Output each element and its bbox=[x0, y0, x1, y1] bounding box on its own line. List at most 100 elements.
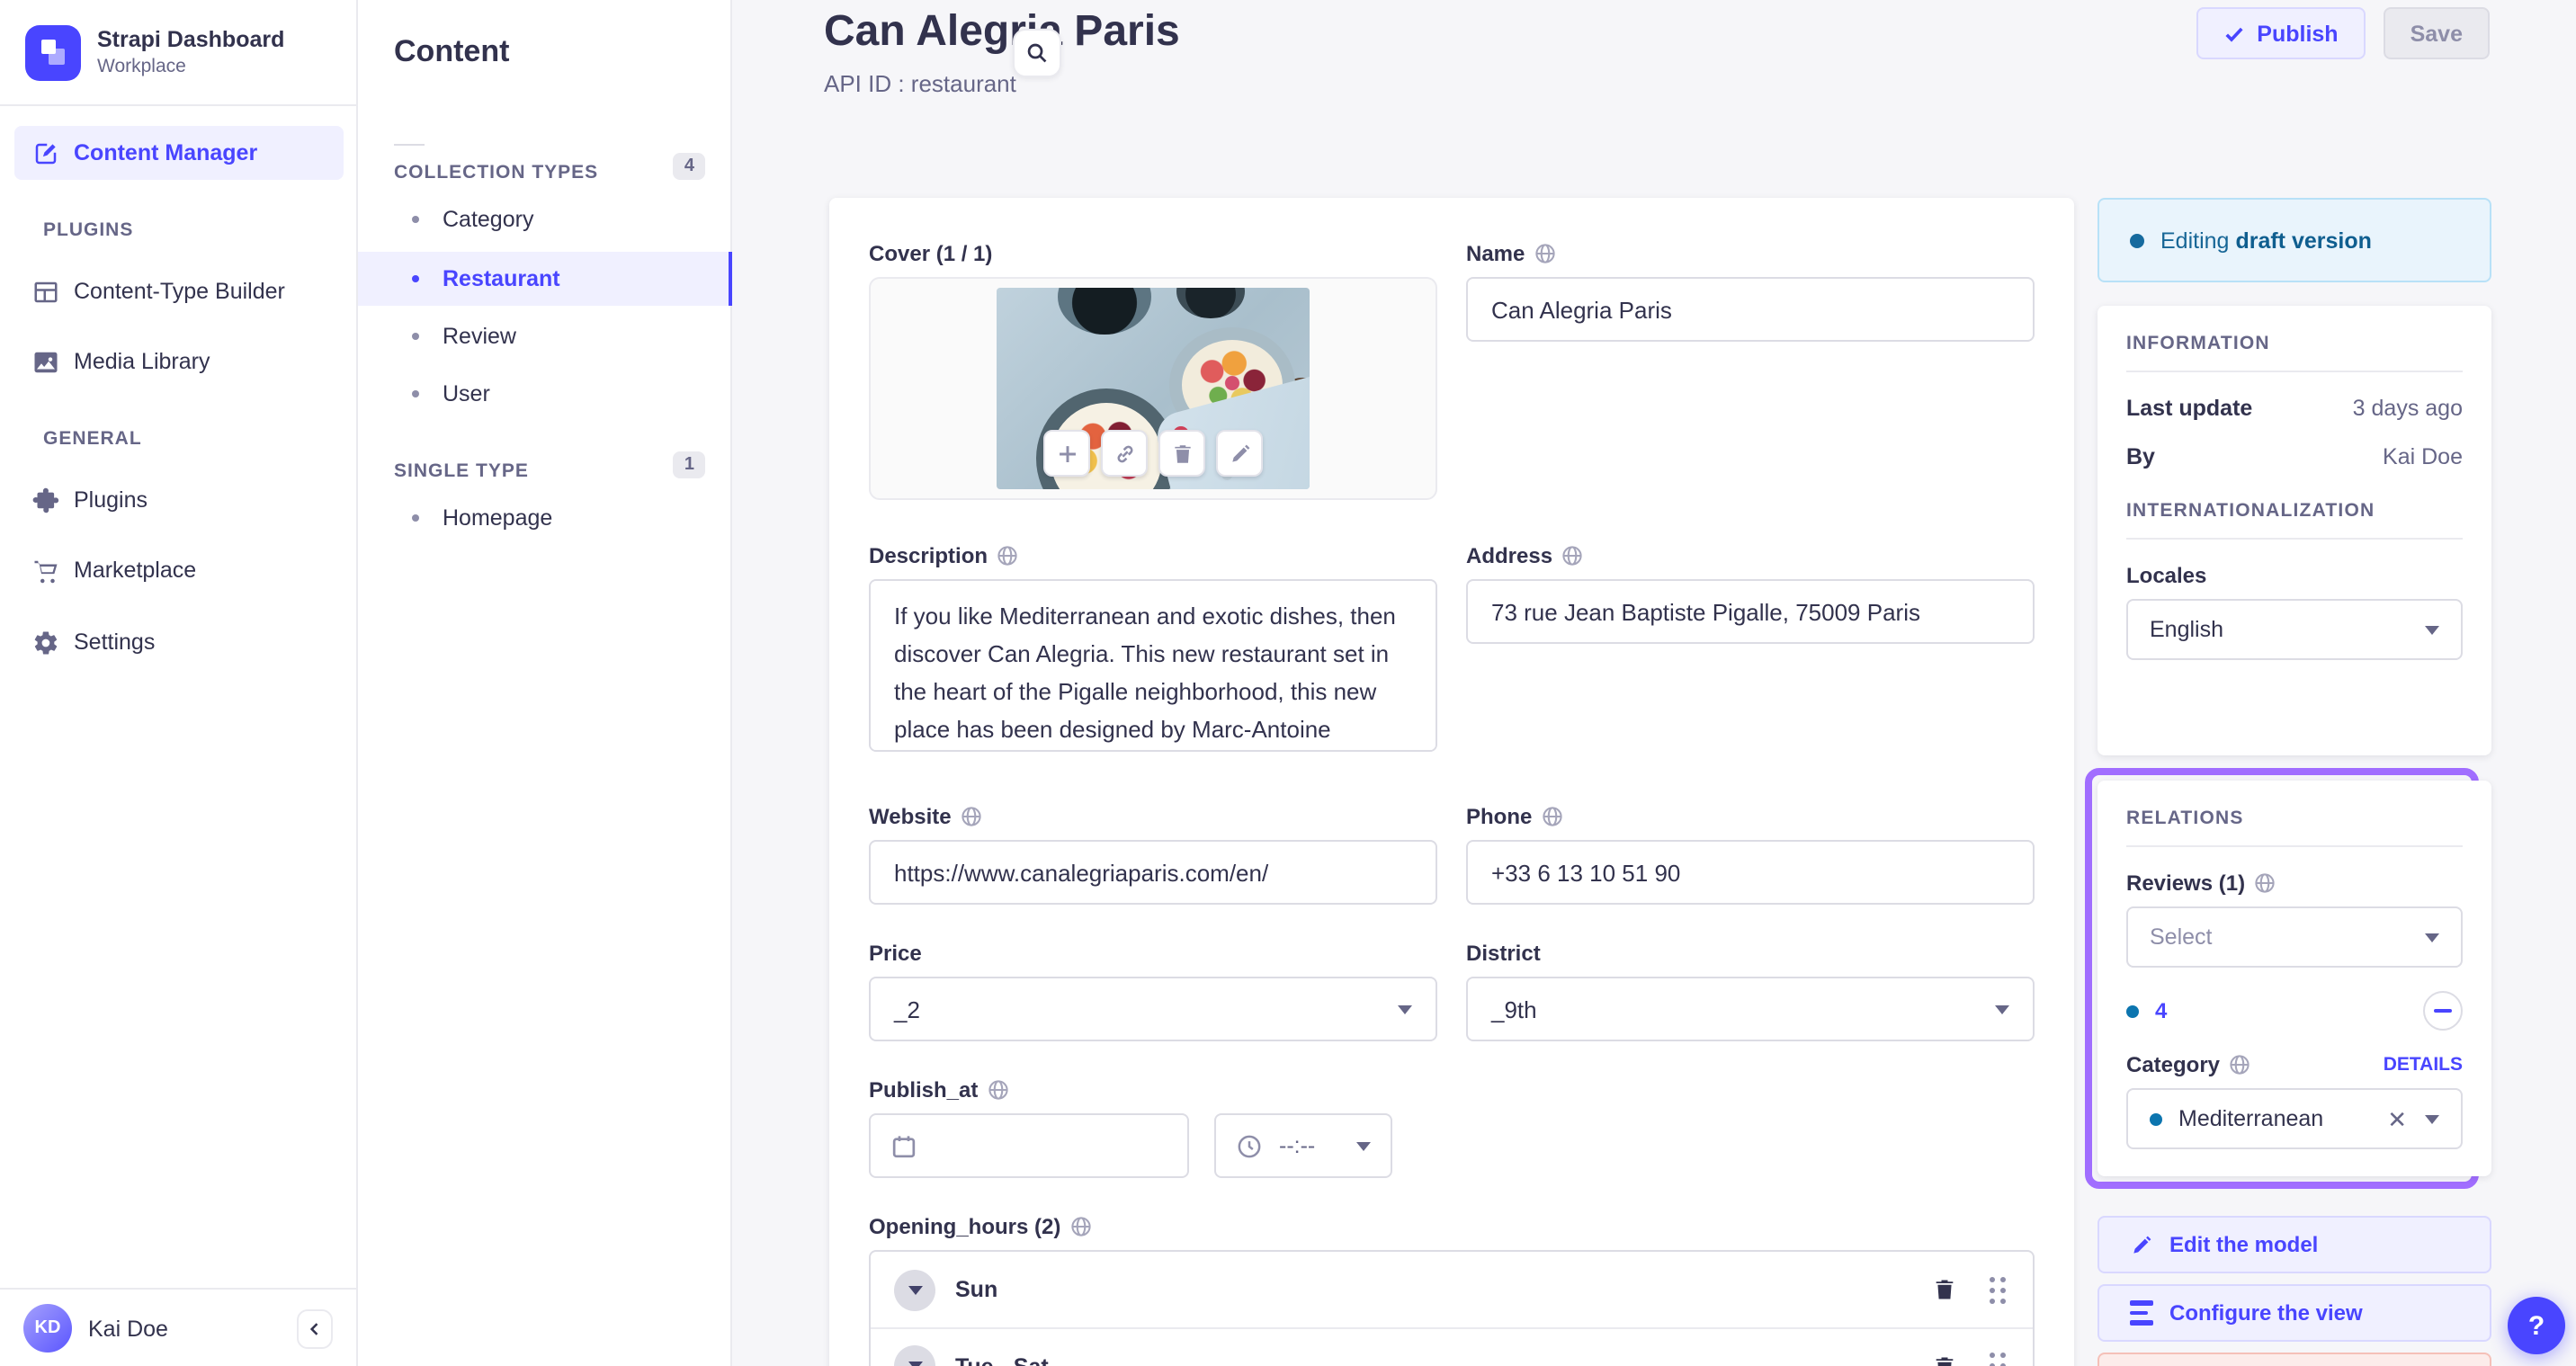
divider bbox=[394, 144, 425, 146]
subnav-item-label: User bbox=[443, 381, 490, 406]
globe-icon bbox=[961, 806, 982, 827]
trash-icon bbox=[1174, 444, 1190, 462]
globe-icon bbox=[1534, 243, 1555, 264]
bullet-icon bbox=[412, 514, 419, 522]
delete-entry-button[interactable] bbox=[2097, 1353, 2491, 1366]
subnav-item-label: Homepage bbox=[443, 505, 553, 531]
address-input[interactable] bbox=[1466, 579, 2035, 644]
publish-button[interactable]: Publish bbox=[2196, 7, 2366, 59]
expand-row-button[interactable] bbox=[894, 1269, 935, 1310]
sidebar-item-plugins[interactable]: Plugins bbox=[14, 471, 344, 529]
website-label: Website bbox=[869, 804, 1437, 829]
opening-hours-row-sun: Sun bbox=[871, 1252, 2033, 1327]
calendar-icon bbox=[890, 1132, 917, 1159]
subnav-title: Content bbox=[394, 34, 510, 68]
reviews-select[interactable]: Select bbox=[2126, 906, 2463, 968]
sidebar-item-marketplace[interactable]: Marketplace bbox=[14, 541, 344, 599]
strapi-logo-icon bbox=[25, 24, 81, 80]
workspace-switcher[interactable]: Strapi Dashboard Workplace bbox=[0, 0, 356, 106]
link-icon bbox=[1116, 444, 1132, 462]
relation-link[interactable]: 4 bbox=[2155, 998, 2167, 1023]
search-button[interactable] bbox=[1013, 29, 1061, 77]
plus-icon bbox=[1059, 445, 1075, 461]
sidebar-item-media-library[interactable]: Media Library bbox=[14, 333, 344, 390]
subnav-item-label: Category bbox=[443, 207, 534, 232]
chevron-down-icon bbox=[1995, 1004, 2009, 1013]
cover-field[interactable] bbox=[869, 277, 1437, 500]
page-title: Can Alegria Paris bbox=[824, 7, 1180, 56]
configure-view-button[interactable]: Configure the view bbox=[2097, 1284, 2491, 1342]
delete-asset-button[interactable] bbox=[1158, 430, 1205, 477]
expand-row-button[interactable] bbox=[894, 1345, 935, 1366]
sidebar-footer: KD Kai Doe bbox=[0, 1288, 356, 1366]
save-button[interactable]: Save bbox=[2383, 7, 2490, 59]
subnav-item-label: Restaurant bbox=[443, 266, 560, 291]
price-select[interactable]: _2 bbox=[869, 977, 1437, 1041]
description-label: Description bbox=[869, 543, 1437, 568]
description-textarea[interactable]: If you like Mediterranean and exotic dis… bbox=[869, 579, 1437, 752]
subnav-item-user[interactable]: User bbox=[358, 367, 732, 421]
category-label: Category bbox=[2126, 1052, 2250, 1077]
subnav-item-restaurant[interactable]: Restaurant bbox=[358, 252, 732, 306]
main-content: Can Alegria Paris API ID : restaurant Pu… bbox=[732, 0, 2576, 1366]
cart-icon bbox=[32, 557, 59, 584]
sidebar-item-label: Media Library bbox=[74, 349, 210, 374]
category-select[interactable]: Mediterranean ✕ bbox=[2126, 1088, 2463, 1149]
trash-icon bbox=[1936, 1356, 1954, 1366]
relations-highlight-outline: RELATIONS Reviews (1) Select 4 Category … bbox=[2085, 768, 2491, 1189]
sidebar-item-content-type-builder[interactable]: Content-Type Builder bbox=[14, 263, 344, 320]
drag-handle-icon[interactable] bbox=[1990, 1276, 1995, 1281]
sidebar-item-settings[interactable]: Settings bbox=[14, 613, 344, 671]
pen-icon bbox=[32, 139, 59, 166]
opening-hours-row-tue-sat: Tue - Sat bbox=[871, 1327, 2033, 1366]
status-dot-icon bbox=[2126, 1004, 2139, 1017]
address-label: Address bbox=[1466, 543, 2035, 568]
copy-link-button[interactable] bbox=[1101, 430, 1148, 477]
divider bbox=[2126, 538, 2463, 540]
edit-model-button[interactable]: Edit the model bbox=[2097, 1216, 2491, 1273]
relations-heading: RELATIONS bbox=[2126, 808, 2244, 829]
bullet-icon bbox=[412, 333, 419, 340]
sidebar-item-label: Content Manager bbox=[74, 140, 258, 165]
clock-icon bbox=[1236, 1132, 1263, 1159]
last-update-row: Last update 3 days ago bbox=[2126, 396, 2463, 421]
publish-at-time-input[interactable]: --:-- bbox=[1214, 1113, 1392, 1178]
clear-icon[interactable]: ✕ bbox=[2387, 1107, 2407, 1130]
chevron-left-icon bbox=[309, 1322, 318, 1335]
phone-input[interactable] bbox=[1466, 840, 2035, 905]
help-button[interactable]: ? bbox=[2508, 1297, 2565, 1354]
draft-version-banner: Editing draft version bbox=[2097, 198, 2491, 282]
cover-actions bbox=[1043, 430, 1263, 477]
relations-panel: RELATIONS Reviews (1) Select 4 Category … bbox=[2097, 781, 2491, 1176]
add-asset-button[interactable] bbox=[1043, 430, 1090, 477]
avatar[interactable]: KD bbox=[23, 1304, 72, 1353]
subnav-item-review[interactable]: Review bbox=[358, 309, 732, 363]
district-select[interactable]: _9th bbox=[1466, 977, 2035, 1041]
subnav-item-category[interactable]: Category bbox=[358, 192, 732, 246]
delete-row-button[interactable] bbox=[1932, 1353, 1957, 1366]
details-link[interactable]: DETAILS bbox=[2384, 1054, 2463, 1076]
locales-label: Locales bbox=[2126, 563, 2207, 588]
globe-icon bbox=[1069, 1216, 1091, 1237]
header-actions: Publish Save bbox=[2196, 7, 2490, 59]
cover-label: Cover (1 / 1) bbox=[869, 241, 993, 266]
delete-row-button[interactable] bbox=[1932, 1277, 1957, 1302]
locale-select[interactable]: English bbox=[2126, 599, 2463, 660]
globe-icon bbox=[2254, 872, 2276, 894]
district-label: District bbox=[1466, 941, 1541, 966]
name-input[interactable] bbox=[1466, 277, 2035, 342]
status-dot-icon bbox=[2130, 233, 2144, 247]
status-dot-icon bbox=[2150, 1112, 2162, 1125]
chevron-down-icon bbox=[2425, 625, 2439, 634]
phone-label: Phone bbox=[1466, 804, 2035, 829]
remove-relation-button[interactable] bbox=[2423, 991, 2463, 1031]
minus-icon bbox=[2434, 1009, 2452, 1013]
collapse-sidebar-button[interactable] bbox=[297, 1308, 333, 1348]
bullet-icon bbox=[412, 390, 419, 397]
subnav-item-homepage[interactable]: Homepage bbox=[358, 491, 732, 545]
drag-handle-icon[interactable] bbox=[1990, 1353, 1995, 1358]
publish-at-date-input[interactable] bbox=[869, 1113, 1189, 1178]
sidebar-item-content-manager[interactable]: Content Manager bbox=[14, 126, 344, 180]
edit-asset-button[interactable] bbox=[1216, 430, 1263, 477]
website-input[interactable] bbox=[869, 840, 1437, 905]
